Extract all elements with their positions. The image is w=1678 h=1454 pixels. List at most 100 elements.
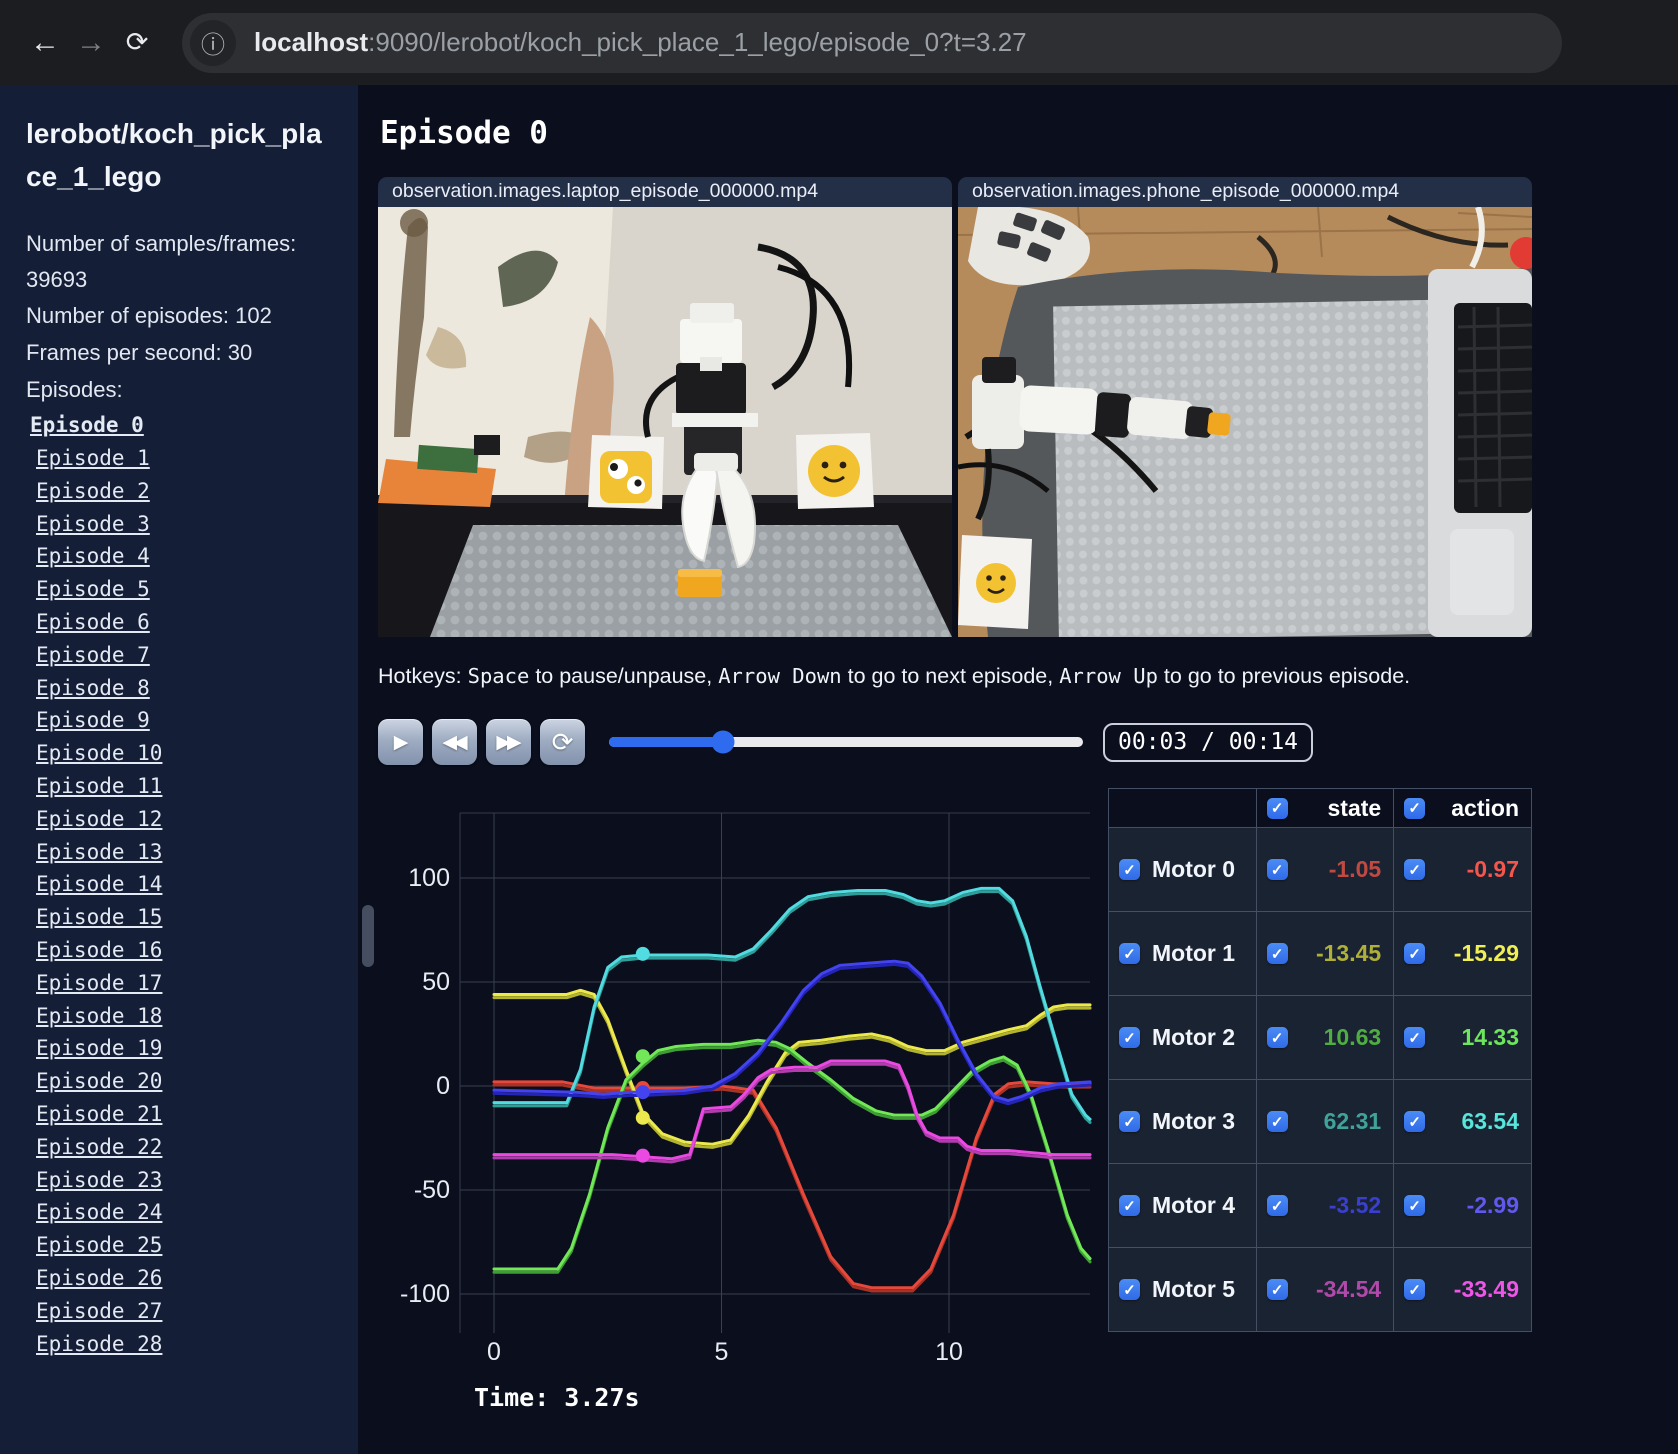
- episode-link-17[interactable]: Episode 17: [26, 967, 334, 1000]
- episode-link-24[interactable]: Episode 24: [26, 1196, 334, 1229]
- video-title-phone: observation.images.phone_episode_000000.…: [958, 177, 1532, 207]
- column-header: state: [1327, 794, 1382, 821]
- episode-link-26[interactable]: Episode 26: [26, 1262, 334, 1295]
- video-card-phone: observation.images.phone_episode_000000.…: [958, 177, 1532, 637]
- table-row: ✓ Motor 2 ✓ 10.63 ✓ 14.33: [1108, 995, 1532, 1080]
- url-host: localhost: [254, 27, 369, 57]
- motor-label: Motor 1: [1152, 940, 1236, 966]
- svg-text:0: 0: [436, 1072, 450, 1100]
- svg-text:100: 100: [408, 864, 450, 892]
- hotkey-space: Space: [467, 664, 530, 688]
- svg-text:50: 50: [422, 968, 450, 996]
- episode-link-11[interactable]: Episode 11: [26, 770, 334, 803]
- dataset-stats: Number of samples/frames: 39693 Number o…: [26, 226, 334, 407]
- episode-link-20[interactable]: Episode 20: [26, 1065, 334, 1098]
- loop-button[interactable]: ⟳: [540, 719, 585, 765]
- action-value: -0.97: [1466, 856, 1519, 882]
- table-row: ✓ Motor 3 ✓ 62.31 ✓ 63.54: [1108, 1079, 1532, 1164]
- checkbox[interactable]: ✓: [1119, 859, 1140, 880]
- episode-link-25[interactable]: Episode 25: [26, 1229, 334, 1262]
- page-title: Episode 0: [380, 115, 548, 151]
- state-value: -34.54: [1315, 1276, 1382, 1302]
- back-icon[interactable]: ←: [22, 26, 68, 60]
- episode-link-1[interactable]: Episode 1: [26, 442, 334, 475]
- checkbox[interactable]: ✓: [1266, 1279, 1288, 1300]
- episodes-label: Episodes:: [26, 376, 123, 402]
- video-frame-laptop[interactable]: [378, 207, 952, 637]
- checkbox[interactable]: ✓: [1119, 1279, 1140, 1300]
- table-header-row: ✓ state ✓ action: [1108, 788, 1532, 828]
- video-title-laptop: observation.images.laptop_episode_000000…: [378, 177, 952, 207]
- checkbox[interactable]: ✓: [1404, 943, 1426, 964]
- episode-link-18[interactable]: Episode 18: [26, 1000, 334, 1033]
- fast-forward-button[interactable]: ▶▶: [486, 719, 531, 765]
- checkbox[interactable]: ✓: [1404, 859, 1426, 880]
- state-value: -13.45: [1315, 940, 1382, 966]
- episode-link-5[interactable]: Episode 5: [26, 573, 334, 606]
- url-bar[interactable]: ⓘ localhost:9090/lerobot/koch_pick_place…: [182, 12, 1562, 73]
- seek-fill: [609, 737, 723, 747]
- episode-link-6[interactable]: Episode 6: [26, 606, 334, 639]
- video-card-laptop: observation.images.laptop_episode_000000…: [378, 177, 952, 637]
- hotkeys-mid2: to go to next episode,: [841, 664, 1060, 688]
- checkbox[interactable]: ✓: [1119, 1027, 1140, 1048]
- rewind-button[interactable]: ◀◀: [432, 719, 477, 765]
- motor-label: Motor 5: [1152, 1276, 1236, 1302]
- scrollbar-thumb[interactable]: [362, 905, 374, 967]
- episode-link-2[interactable]: Episode 2: [26, 475, 334, 508]
- checkbox[interactable]: ✓: [1266, 1111, 1288, 1132]
- episode-link-12[interactable]: Episode 12: [26, 803, 334, 836]
- state-value: -1.05: [1328, 856, 1382, 882]
- episode-link-27[interactable]: Episode 27: [26, 1295, 334, 1328]
- checkbox[interactable]: ✓: [1404, 1111, 1426, 1132]
- checkbox[interactable]: ✓: [1266, 943, 1288, 964]
- checkbox[interactable]: ✓: [1119, 1111, 1140, 1132]
- hotkeys-mid1: to pause/unpause,: [529, 664, 719, 688]
- seek-slider[interactable]: [609, 730, 1083, 754]
- episode-link-22[interactable]: Episode 22: [26, 1131, 334, 1164]
- reload-icon[interactable]: ⟳: [114, 27, 160, 58]
- episode-link-8[interactable]: Episode 8: [26, 672, 334, 705]
- motor-table: ✓ state ✓ action ✓ Motor 0 ✓ -1.05 ✓ -0.97 ✓ Motor …: [1108, 788, 1532, 1332]
- checkbox[interactable]: ✓: [1266, 797, 1288, 819]
- episode-link-3[interactable]: Episode 3: [26, 508, 334, 541]
- video-frame-phone[interactable]: [958, 207, 1532, 637]
- hotkey-arrow-down: Arrow Down: [718, 664, 842, 688]
- action-value: -2.99: [1466, 1192, 1519, 1218]
- episode-link-7[interactable]: Episode 7: [26, 639, 334, 672]
- checkbox[interactable]: ✓: [1266, 1195, 1288, 1216]
- chart-canvas[interactable]: 100 50 0 -50 -100 0 5 10 Time: 3.27s: [378, 788, 1102, 1428]
- episode-link-28[interactable]: Episode 28: [26, 1328, 334, 1361]
- episode-link-19[interactable]: Episode 19: [26, 1032, 334, 1065]
- hotkey-arrow-up: Arrow Up: [1059, 664, 1158, 688]
- checkbox[interactable]: ✓: [1404, 1279, 1426, 1300]
- url-path: :9090/lerobot/koch_pick_place_1_lego/epi…: [368, 27, 1027, 57]
- checkbox[interactable]: ✓: [1266, 859, 1288, 880]
- seek-thumb[interactable]: [711, 730, 735, 754]
- hotkeys-suffix: to go to previous episode.: [1157, 664, 1411, 688]
- checkbox[interactable]: ✓: [1266, 1027, 1288, 1048]
- episode-link-14[interactable]: Episode 14: [26, 868, 334, 901]
- checkbox[interactable]: ✓: [1404, 797, 1426, 819]
- hotkeys-help: Hotkeys: Space to pause/unpause, Arrow D…: [378, 664, 1678, 689]
- episode-link-23[interactable]: Episode 23: [26, 1164, 334, 1197]
- episode-link-9[interactable]: Episode 9: [26, 704, 334, 737]
- episode-link-13[interactable]: Episode 13: [26, 836, 334, 869]
- checkbox[interactable]: ✓: [1404, 1195, 1426, 1216]
- action-value: -33.49: [1453, 1276, 1519, 1302]
- episode-link-0[interactable]: Episode 0: [26, 409, 334, 442]
- episode-link-15[interactable]: Episode 15: [26, 901, 334, 934]
- checkbox[interactable]: ✓: [1404, 1027, 1426, 1048]
- forward-icon[interactable]: →: [68, 26, 114, 60]
- dataset-title: lerobot/koch_pick_place_1_lego: [26, 118, 322, 192]
- checkbox[interactable]: ✓: [1119, 943, 1140, 964]
- action-value: 63.54: [1461, 1108, 1519, 1134]
- play-button[interactable]: ▶: [378, 719, 423, 765]
- episode-link-10[interactable]: Episode 10: [26, 737, 334, 770]
- page-info-icon[interactable]: ⓘ: [190, 19, 236, 66]
- episode-link-21[interactable]: Episode 21: [26, 1098, 334, 1131]
- checkbox[interactable]: ✓: [1119, 1195, 1140, 1216]
- main-panel: Episode 0 observation.images.laptop_epis…: [358, 85, 1678, 1454]
- episode-link-4[interactable]: Episode 4: [26, 540, 334, 573]
- episode-link-16[interactable]: Episode 16: [26, 934, 334, 967]
